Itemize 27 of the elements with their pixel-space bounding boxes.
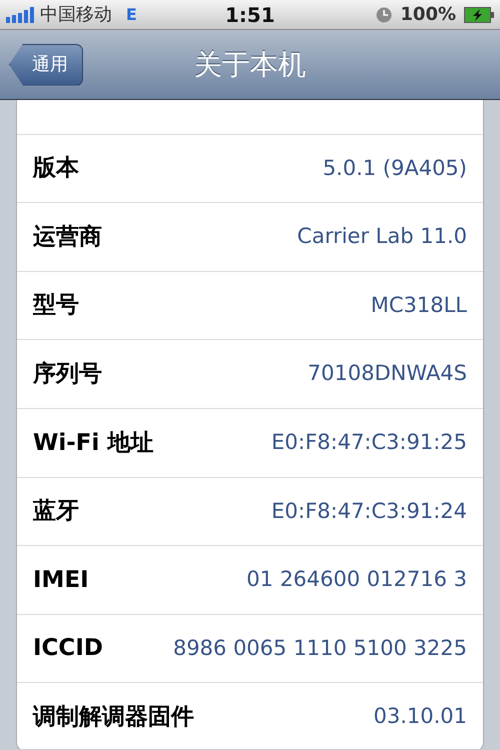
row-value: E0:F8:47:C3:91:24 [271, 498, 467, 525]
battery-charging-icon [464, 6, 494, 22]
row-value: MC318LL [370, 292, 467, 319]
row-label: 调制解调器固件 [33, 702, 194, 732]
clock-time: 1:51 [225, 2, 275, 28]
row-label: Wi-Fi 地址 [33, 428, 154, 458]
back-button[interactable]: 通用 [9, 44, 83, 86]
row-value: 8986 0065 1110 5100 3225 [173, 634, 467, 662]
row-label: 序列号 [33, 360, 102, 389]
screen-title: 关于本机 [194, 46, 306, 82]
row-label: 型号 [33, 291, 79, 320]
row-label: 版本 [33, 154, 79, 184]
row-value: E0:F8:47:C3:91:25 [271, 429, 467, 456]
signal-icon [6, 6, 36, 22]
row-label: 运营商 [33, 222, 102, 252]
alarm-icon [376, 6, 392, 22]
network-type: E [126, 4, 137, 26]
battery-percent: 100% [400, 3, 456, 27]
carrier-name: 中国移动 [40, 3, 112, 27]
row-value: 70108DNWA4S [308, 360, 467, 388]
row-value: 5.0.1 (9A405) [322, 154, 467, 182]
row-label: IMEI [33, 566, 89, 595]
row-label: ICCID [33, 634, 103, 664]
row-label: 蓝牙 [33, 497, 79, 526]
row-value: 03.10.01 [373, 703, 467, 730]
row-value: Carrier Lab 11.0 [297, 223, 467, 250]
row-value: 01 264600 012716 3 [246, 566, 467, 594]
